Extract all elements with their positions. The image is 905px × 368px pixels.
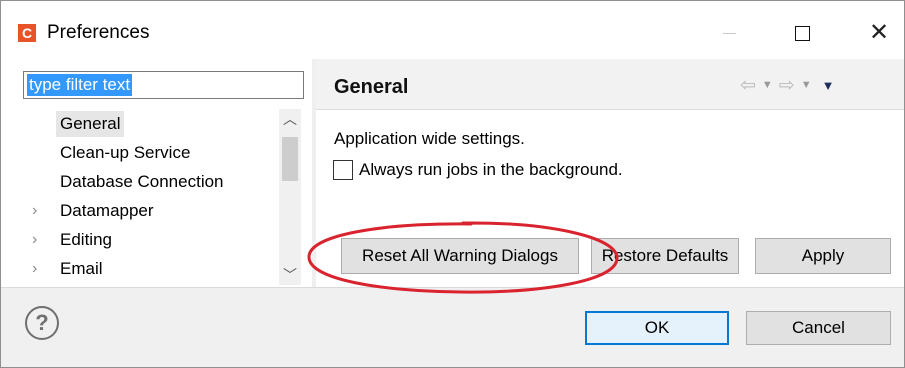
chevron-right-icon[interactable]: › <box>32 227 37 253</box>
tree-item-label: Database Connection <box>60 172 224 191</box>
dropdown-icon[interactable]: ▼ <box>762 79 773 91</box>
close-icon: ✕ <box>868 19 890 46</box>
chevron-down-icon[interactable]: ﹀ <box>279 265 301 285</box>
page-description: Application wide settings. <box>334 129 525 148</box>
help-icon[interactable]: ? <box>25 306 59 340</box>
minimize-icon <box>722 32 736 34</box>
tree-item-label: Datamapper <box>60 201 154 220</box>
page-header: General ⇦ ▼ ⇨ ▼ ▼ <box>316 59 904 109</box>
maximize-button[interactable] <box>779 13 825 53</box>
reset-all-warning-dialogs-button[interactable]: Reset All Warning Dialogs <box>341 238 579 274</box>
scrollbar-thumb[interactable] <box>282 137 298 181</box>
page-title: General <box>334 76 409 98</box>
maximize-icon <box>794 25 810 41</box>
preference-tree-pane: type filter text General Clean-up Servic… <box>12 59 312 287</box>
minimize-button[interactable] <box>706 13 752 53</box>
preference-page: General ⇦ ▼ ⇨ ▼ ▼ Application wide setti… <box>316 59 904 287</box>
apply-button[interactable]: Apply <box>755 238 891 274</box>
window-title: Preferences <box>47 22 150 43</box>
tree-scrollbar[interactable]: ︿ ﹀ <box>279 109 301 285</box>
header-divider <box>316 109 904 110</box>
tree-item-label: Email <box>60 259 103 278</box>
filter-input[interactable]: type filter text <box>23 71 304 99</box>
always-run-background-option[interactable]: Always run jobs in the background. <box>333 160 623 180</box>
filter-input-selected-text: type filter text <box>27 74 133 96</box>
always-run-background-checkbox[interactable] <box>333 160 353 180</box>
forward-arrow-icon[interactable]: ⇨ <box>779 74 795 97</box>
cancel-button[interactable]: Cancel <box>746 311 891 345</box>
restore-defaults-button[interactable]: Restore Defaults <box>591 238 739 274</box>
preference-tree: General Clean-up Service Database Connec… <box>24 111 280 283</box>
app-icon: C <box>18 24 36 42</box>
dropdown-icon[interactable]: ▼ <box>801 79 812 91</box>
chevron-up-icon[interactable]: ︿ <box>279 109 301 129</box>
ok-button[interactable]: OK <box>585 311 729 345</box>
dialog-button-bar: ? OK Cancel <box>1 288 904 367</box>
chevron-right-icon[interactable]: › <box>32 256 37 282</box>
tree-item-label: General <box>56 111 125 137</box>
tree-item-label: Clean-up Service <box>60 143 191 162</box>
view-menu-icon[interactable]: ▼ <box>822 78 835 93</box>
back-arrow-icon[interactable]: ⇦ <box>740 74 756 97</box>
checkbox-label: Always run jobs in the background. <box>359 160 623 179</box>
page-navigation: ⇦ ▼ ⇨ ▼ ▼ <box>740 73 835 97</box>
preferences-window: C Preferences ✕ type filter text General… <box>0 0 905 368</box>
chevron-right-icon[interactable]: › <box>32 198 37 224</box>
tree-item-label: Editing <box>60 230 112 249</box>
close-button[interactable]: ✕ <box>856 13 902 53</box>
title-bar[interactable]: C Preferences ✕ <box>1 1 904 59</box>
